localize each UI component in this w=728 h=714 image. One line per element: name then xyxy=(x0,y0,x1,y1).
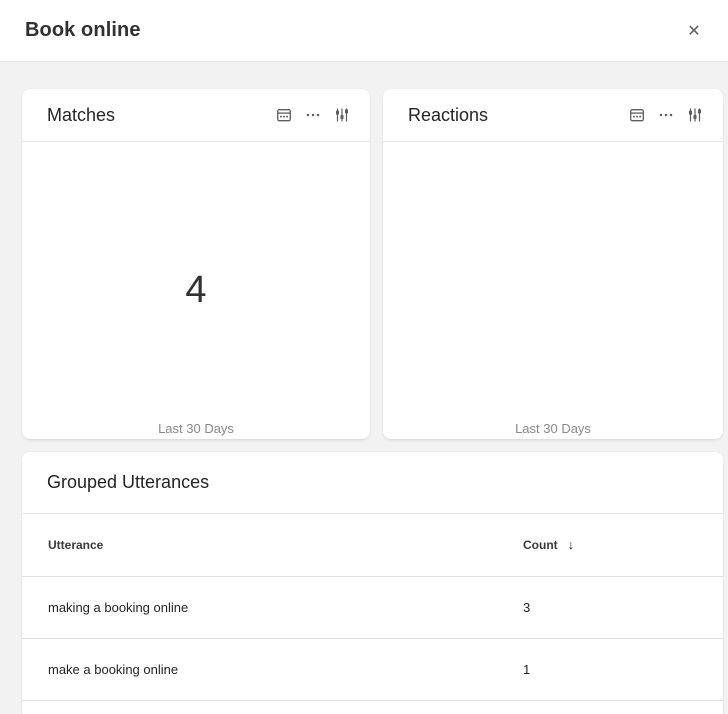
sort-descending-icon[interactable]: ↓ xyxy=(568,537,575,552)
count-cell: 3 xyxy=(497,576,723,638)
calendar-icon[interactable] xyxy=(276,107,292,123)
reactions-caption: Last 30 Days xyxy=(383,421,723,436)
reactions-card-header: Reactions xyxy=(383,89,723,142)
count-cell: 1 xyxy=(497,638,723,700)
count-column-header[interactable]: Count ↓ xyxy=(497,514,723,576)
utterances-table: Utterance Count ↓ making a booking online… xyxy=(22,514,723,714)
filter-sliders-icon[interactable] xyxy=(687,107,703,123)
grouped-utterances-header: Grouped Utterances xyxy=(22,452,723,514)
grouped-utterances-card: Grouped Utterances Utterance Count ↓ maki… xyxy=(22,452,723,714)
matches-value: 4 xyxy=(185,269,206,312)
grouped-utterances-title: Grouped Utterances xyxy=(47,472,209,493)
utterance-cell: make a booking online xyxy=(22,638,497,700)
utterance-column-header[interactable]: Utterance xyxy=(22,514,497,576)
reactions-card-title: Reactions xyxy=(408,105,488,126)
table-row[interactable]: making a booking online 3 xyxy=(22,576,723,638)
more-options-icon[interactable] xyxy=(658,107,674,123)
filter-sliders-icon[interactable] xyxy=(334,107,350,123)
utterance-cell: making a booking online xyxy=(22,576,497,638)
table-header-row: Utterance Count ↓ xyxy=(22,514,723,576)
matches-caption: Last 30 Days xyxy=(22,421,370,436)
more-options-icon[interactable] xyxy=(305,107,321,123)
matches-card-body: 4 xyxy=(22,142,370,439)
modal-header: Book online ✕ xyxy=(0,0,728,62)
calendar-icon[interactable] xyxy=(629,107,645,123)
table-row[interactable]: make a booking online 1 xyxy=(22,638,723,700)
matches-card-title: Matches xyxy=(47,105,115,126)
kpi-cards-row: Matches xyxy=(22,89,723,439)
count-column-label: Count xyxy=(523,538,558,552)
modal-body: Matches xyxy=(0,62,728,714)
matches-card: Matches xyxy=(22,89,370,439)
reactions-card: Reactions xyxy=(383,89,723,439)
table-row-partial xyxy=(22,700,723,714)
reactions-card-actions xyxy=(629,107,703,123)
reactions-card-body xyxy=(383,142,723,439)
close-icon[interactable]: ✕ xyxy=(678,15,710,47)
matches-card-actions xyxy=(276,107,350,123)
matches-card-header: Matches xyxy=(22,89,370,142)
modal-title: Book online xyxy=(25,19,141,42)
